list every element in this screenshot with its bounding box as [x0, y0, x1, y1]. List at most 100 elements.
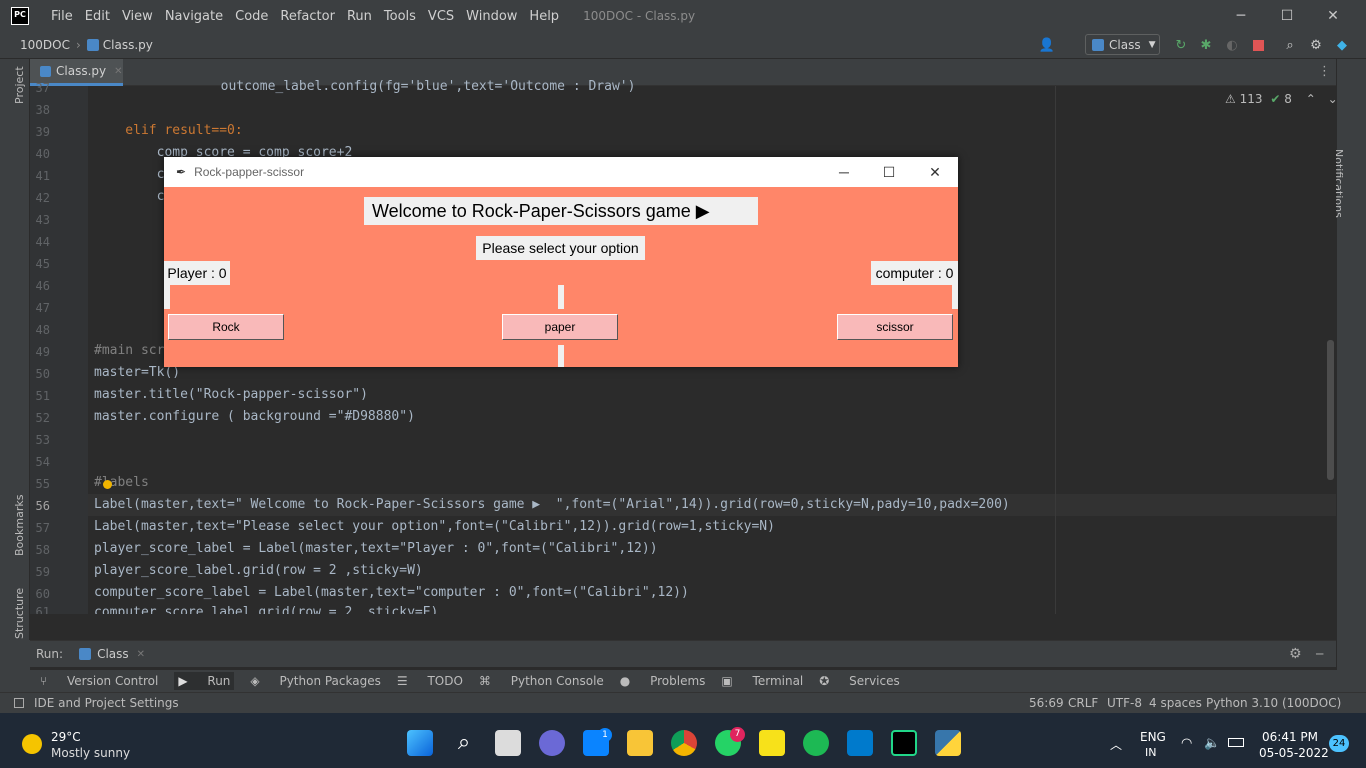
close-icon[interactable]: ✕	[1310, 0, 1356, 32]
debug-icon[interactable]: ✱	[1197, 36, 1215, 54]
stop-icon[interactable]	[1249, 36, 1267, 54]
plugin-icon[interactable]: ◆	[1333, 36, 1351, 54]
tab-services[interactable]: ✪ Services	[819, 674, 899, 688]
tab-problems[interactable]: ● Problems	[620, 674, 706, 688]
code-line[interactable]: #main scr	[94, 343, 164, 358]
file-explorer-icon[interactable]	[627, 730, 653, 756]
editor-scrollbar[interactable]	[1327, 340, 1334, 480]
sticky-notes-icon[interactable]	[759, 730, 785, 756]
vscode-icon[interactable]	[847, 730, 873, 756]
menu-navigate[interactable]: Navigate	[159, 9, 229, 24]
search-icon[interactable]: ⌕	[451, 730, 477, 756]
paper-button[interactable]: paper	[502, 314, 618, 340]
structure-tool-tab[interactable]: Structure	[13, 588, 26, 639]
tab-run[interactable]: ▶ Run	[174, 672, 235, 690]
bookmarks-tool-tab[interactable]: Bookmarks	[13, 495, 26, 556]
pycharm-icon[interactable]	[891, 730, 917, 756]
run-settings-icon[interactable]: ⚙	[1289, 646, 1302, 662]
minimize-icon[interactable]: ─	[1218, 0, 1264, 32]
volume-icon[interactable]: 🔈	[1204, 736, 1220, 751]
menu-refactor[interactable]: Refactor	[274, 9, 341, 24]
breadcrumb-file[interactable]: Class.py	[103, 38, 153, 52]
spotify-icon[interactable]	[803, 730, 829, 756]
clock-time[interactable]: 06:41 PM	[1262, 730, 1318, 744]
lightbulb-icon[interactable]	[103, 480, 112, 489]
code-line[interactable]: elif result==0:	[94, 123, 242, 138]
code-line[interactable]: outcome_label.config(fg='blue',text='Out…	[158, 79, 636, 94]
chevron-up-icon[interactable]: ⌃	[1306, 92, 1316, 106]
chevron-up-icon[interactable]: ︿	[1110, 736, 1122, 753]
tab-todo[interactable]: ☰ TODO	[397, 674, 463, 688]
code-line[interactable]: c	[94, 189, 165, 204]
battery-icon[interactable]	[1228, 738, 1244, 747]
code-line[interactable]: player_score_label = Label(master,text="…	[94, 541, 658, 556]
line-number: 59	[35, 565, 50, 579]
breadcrumb-project[interactable]: 100DOC	[20, 38, 70, 52]
tab-python-packages[interactable]: ◈ Python Packages	[250, 674, 380, 688]
menu-edit[interactable]: Edit	[79, 9, 116, 24]
tab-terminal[interactable]: ▣ Terminal	[721, 674, 803, 688]
code-line[interactable]: Label(master,text="Please select your op…	[94, 519, 775, 534]
maximize-icon[interactable]: ☐	[1264, 0, 1310, 32]
tk-close-icon[interactable]: ✕	[912, 157, 958, 187]
code-line[interactable]: computer_score_label = Label(master,text…	[94, 585, 689, 600]
task-view-icon[interactable]	[495, 730, 521, 756]
weather-icon[interactable]	[22, 734, 42, 754]
code-line[interactable]: master.configure ( background ="#D98880"…	[94, 409, 415, 424]
clock-date[interactable]: 05-05-2022	[1259, 746, 1329, 760]
close-tab-icon[interactable]: ✕	[114, 66, 122, 77]
code-line[interactable]: master=Tk()	[94, 365, 180, 380]
more-options-icon[interactable]: ⋮	[1318, 64, 1331, 79]
code-line[interactable]: master.title("Rock-papper-scissor")	[94, 387, 368, 402]
tk-minimize-icon[interactable]: ─	[821, 157, 867, 187]
run-panel-header: Run: Class ✕ ⚙ ─	[30, 640, 1336, 667]
file-encoding[interactable]: UTF-8	[1107, 696, 1142, 710]
user-icon[interactable]: 👤	[1038, 36, 1056, 54]
coverage-icon[interactable]: ◐	[1223, 36, 1241, 54]
chrome-icon[interactable]	[671, 730, 697, 756]
chat-icon[interactable]	[539, 730, 565, 756]
weather-temp[interactable]: 29°C	[51, 730, 81, 744]
search-icon[interactable]: ⌕	[1281, 36, 1299, 54]
project-tool-tab[interactable]: Project	[13, 66, 26, 104]
code-line[interactable]: Label(master,text=" Welcome to Rock-Pape…	[94, 497, 1010, 512]
close-run-tab-icon[interactable]: ✕	[137, 649, 145, 660]
region-indicator[interactable]: IN	[1145, 746, 1156, 759]
python-interpreter[interactable]: Python 3.10 (100DOC)	[1206, 696, 1341, 710]
caret-position[interactable]: 56:69	[1029, 696, 1064, 710]
rock-button[interactable]: Rock	[168, 314, 284, 340]
menu-code[interactable]: Code	[229, 9, 274, 24]
wifi-icon[interactable]: ◠	[1181, 736, 1192, 751]
indent-setting[interactable]: 4 spaces	[1149, 696, 1202, 710]
python-icon	[1092, 38, 1104, 51]
menu-window[interactable]: Window	[460, 9, 523, 24]
tk-maximize-icon[interactable]: ☐	[866, 157, 912, 187]
weather-condition[interactable]: Mostly sunny	[51, 746, 130, 760]
status-message[interactable]: IDE and Project Settings	[34, 696, 179, 710]
menu-file[interactable]: File	[45, 9, 79, 24]
code-line[interactable]: computer_score_label.grid(row = 2 ,stick…	[94, 605, 438, 614]
menu-view[interactable]: View	[116, 9, 159, 24]
code-line[interactable]: player_score_label.grid(row = 2 ,sticky=…	[94, 563, 423, 578]
rerun-icon[interactable]: ↻	[1172, 36, 1190, 54]
menu-help[interactable]: Help	[523, 9, 565, 24]
scissor-button[interactable]: scissor	[837, 314, 953, 340]
python-app-icon[interactable]	[935, 730, 961, 756]
menu-tools[interactable]: Tools	[378, 9, 422, 24]
windows-start-icon[interactable]	[407, 730, 433, 756]
language-indicator[interactable]: ENG	[1140, 730, 1166, 744]
code-line[interactable]: c	[94, 167, 165, 182]
menu-vcs[interactable]: VCS	[422, 9, 460, 24]
hide-panel-icon[interactable]: ─	[1316, 647, 1323, 661]
menu-run[interactable]: Run	[341, 9, 378, 24]
settings-icon[interactable]: ⚙	[1307, 36, 1325, 54]
line-separator[interactable]: CRLF	[1068, 696, 1098, 710]
inspection-widget[interactable]: ⚠ 113 ✔ 8 ⌃ ⌄	[1225, 92, 1338, 106]
notification-count-badge[interactable]: 24	[1329, 735, 1349, 752]
run-configuration-select[interactable]: Class ▼	[1085, 34, 1160, 55]
run-config-tab[interactable]: Class	[97, 647, 129, 661]
layout-icon[interactable]	[14, 698, 24, 708]
chevron-down-icon[interactable]: ⌄	[1328, 92, 1338, 106]
tab-version-control[interactable]: ⑂ Version Control	[40, 674, 158, 688]
tab-python-console[interactable]: ⌘ Python Console	[479, 674, 604, 688]
